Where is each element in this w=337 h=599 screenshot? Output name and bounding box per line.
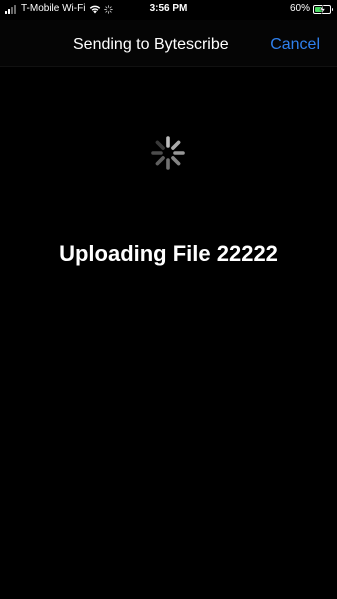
status-bar: T-Mobile Wi-Fi 3:56 PM 60% (0, 0, 337, 20)
battery-percentage: 60% (289, 3, 310, 14)
upload-status-message: Uploading File 22222 (59, 241, 278, 266)
charging-bolt-icon (319, 4, 326, 14)
status-time: 3:56 PM (149, 3, 188, 14)
status-right-group: 60% (289, 3, 333, 15)
battery-icon (313, 4, 333, 14)
spinner-spoke (171, 156, 181, 166)
nav-title: Sending to Bytescribe (73, 36, 229, 53)
cancel-button[interactable]: Cancel (270, 35, 320, 55)
upload-screen: T-Mobile Wi-Fi 3:56 PM 60% Sending to By… (0, 0, 337, 599)
spinner-spoke (155, 156, 165, 166)
loading-spinner-icon (151, 136, 185, 170)
navigation-bar: Sending to Bytescribe Cancel (0, 20, 337, 67)
spinner-spoke (171, 140, 181, 150)
spinner-spoke (155, 140, 165, 150)
